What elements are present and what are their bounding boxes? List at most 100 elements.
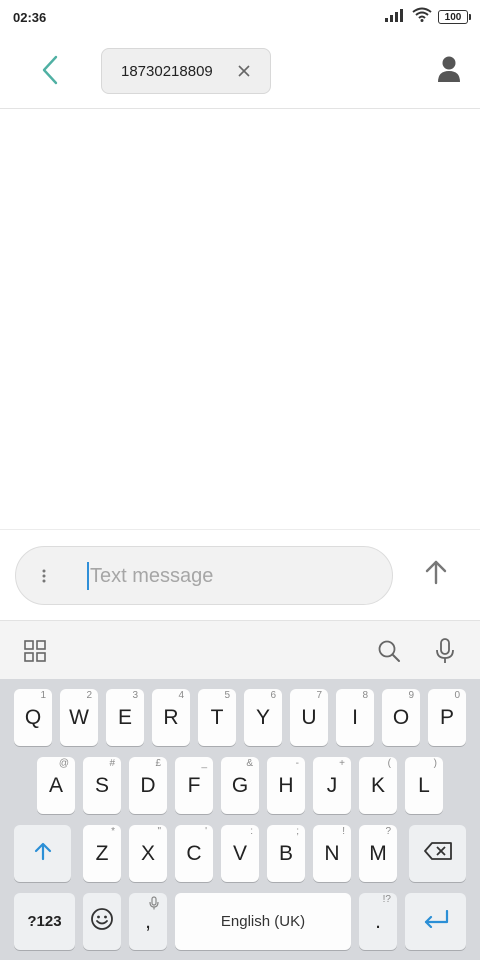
key-hint: &	[246, 758, 253, 769]
compose-bar: Text message	[0, 529, 480, 620]
key-k[interactable]: K(	[359, 757, 397, 814]
key-f[interactable]: F _	[175, 757, 213, 814]
key-hint: ;	[296, 826, 299, 837]
key-label: R	[163, 705, 179, 729]
battery-indicator: 100	[438, 10, 471, 24]
space-key[interactable]: English (UK)	[175, 893, 351, 950]
status-time: 02:36	[13, 9, 47, 25]
messaging-screen: 02:36 100 18730218809 Text message Q 1 W…	[0, 0, 480, 960]
backspace-key[interactable]	[409, 825, 466, 882]
key-label: G	[231, 773, 249, 797]
recipient-number: 18730218809	[121, 62, 213, 80]
key-g[interactable]: G &	[221, 757, 259, 814]
emoji-icon	[90, 907, 114, 937]
key-r[interactable]: R4	[152, 689, 190, 746]
recipient-chip[interactable]: 18730218809	[101, 48, 271, 94]
key-hint: ?	[385, 826, 391, 837]
key-label: K	[370, 773, 385, 797]
key-t[interactable]: T5	[198, 689, 236, 746]
key-h[interactable]: H-	[267, 757, 305, 814]
key-hint: @	[58, 758, 69, 769]
backspace-icon	[423, 841, 452, 866]
key-label: Z	[95, 841, 109, 865]
key-label: F	[187, 773, 201, 797]
key-w[interactable]: W2	[60, 689, 98, 746]
key-hint: 0	[454, 690, 460, 701]
key-l[interactable]: L)	[405, 757, 443, 814]
send-button[interactable]	[418, 556, 454, 592]
key-e[interactable]: E3	[106, 689, 144, 746]
period-label: .	[375, 909, 381, 933]
key-hint: )	[433, 758, 437, 769]
key-label: U	[301, 705, 317, 729]
wifi-icon	[412, 7, 432, 27]
comma-label: ,	[145, 909, 151, 933]
key-hint: £	[155, 758, 161, 769]
message-input[interactable]: Text message	[15, 546, 393, 605]
contact-button[interactable]	[434, 54, 464, 88]
symbols-key[interactable]: ?123	[14, 893, 75, 950]
person-icon	[437, 55, 461, 88]
key-hint: 8	[362, 690, 368, 701]
key-o[interactable]: O9	[382, 689, 420, 746]
message-list	[0, 109, 480, 529]
key-d[interactable]: D £	[129, 757, 167, 814]
key-hint: 3	[132, 690, 138, 701]
key-hint: _	[201, 758, 207, 769]
close-icon[interactable]	[235, 62, 253, 80]
keyboard: Q1W2E3R4T5Y6U7I8O9P0 A @ S # D £ F _ G & H - J + K(L) …	[0, 679, 480, 960]
key-hint: -	[295, 758, 299, 769]
period-key[interactable]: . !?	[359, 893, 397, 950]
key-v[interactable]: V:	[221, 825, 259, 882]
conversation-header: 18730218809	[0, 34, 480, 109]
shift-key[interactable]	[14, 825, 71, 882]
key-a[interactable]: A @	[37, 757, 75, 814]
key-label: M	[369, 841, 387, 865]
key-i[interactable]: I8	[336, 689, 374, 746]
key-hint: *	[111, 826, 115, 837]
search-icon[interactable]	[374, 636, 404, 666]
key-b[interactable]: B;	[267, 825, 305, 882]
mic-icon[interactable]	[430, 636, 460, 666]
key-label: I	[352, 705, 358, 729]
enter-icon	[423, 909, 449, 934]
key-p[interactable]: P0	[428, 689, 466, 746]
key-x[interactable]: X "	[129, 825, 167, 882]
period-sub: !?	[382, 894, 391, 905]
key-label: Y	[255, 705, 270, 729]
key-q[interactable]: Q1	[14, 689, 52, 746]
key-label: H	[278, 773, 294, 797]
more-vertical-icon[interactable]	[36, 563, 52, 589]
key-j[interactable]: J +	[313, 757, 351, 814]
text-cursor	[87, 562, 89, 590]
key-hint: !	[342, 826, 345, 837]
grid-icon[interactable]	[20, 636, 50, 666]
comma-key[interactable]: ,	[129, 893, 167, 950]
key-label: T	[210, 705, 224, 729]
key-label: N	[324, 841, 340, 865]
key-c[interactable]: C '	[175, 825, 213, 882]
chevron-left-icon	[40, 55, 60, 90]
key-label: A	[48, 773, 63, 797]
key-u[interactable]: U7	[290, 689, 328, 746]
emoji-key[interactable]	[83, 893, 121, 950]
enter-key[interactable]	[405, 893, 466, 950]
key-label: L	[418, 773, 430, 797]
key-hint: 1	[40, 690, 46, 701]
keyboard-toolbar	[0, 620, 480, 679]
key-label: W	[69, 705, 89, 729]
key-z[interactable]: Z *	[83, 825, 121, 882]
message-placeholder: Text message	[90, 565, 214, 587]
key-label: P	[439, 705, 454, 729]
key-hint: 2	[86, 690, 92, 701]
back-button[interactable]	[30, 52, 70, 92]
key-label: E	[117, 705, 132, 729]
key-s[interactable]: S #	[83, 757, 121, 814]
key-n[interactable]: N!	[313, 825, 351, 882]
key-label: Q	[24, 705, 42, 729]
key-y[interactable]: Y6	[244, 689, 282, 746]
key-hint: '	[205, 826, 207, 837]
key-m[interactable]: M?	[359, 825, 397, 882]
mic-icon	[149, 896, 159, 913]
status-bar: 02:36 100	[0, 0, 480, 34]
